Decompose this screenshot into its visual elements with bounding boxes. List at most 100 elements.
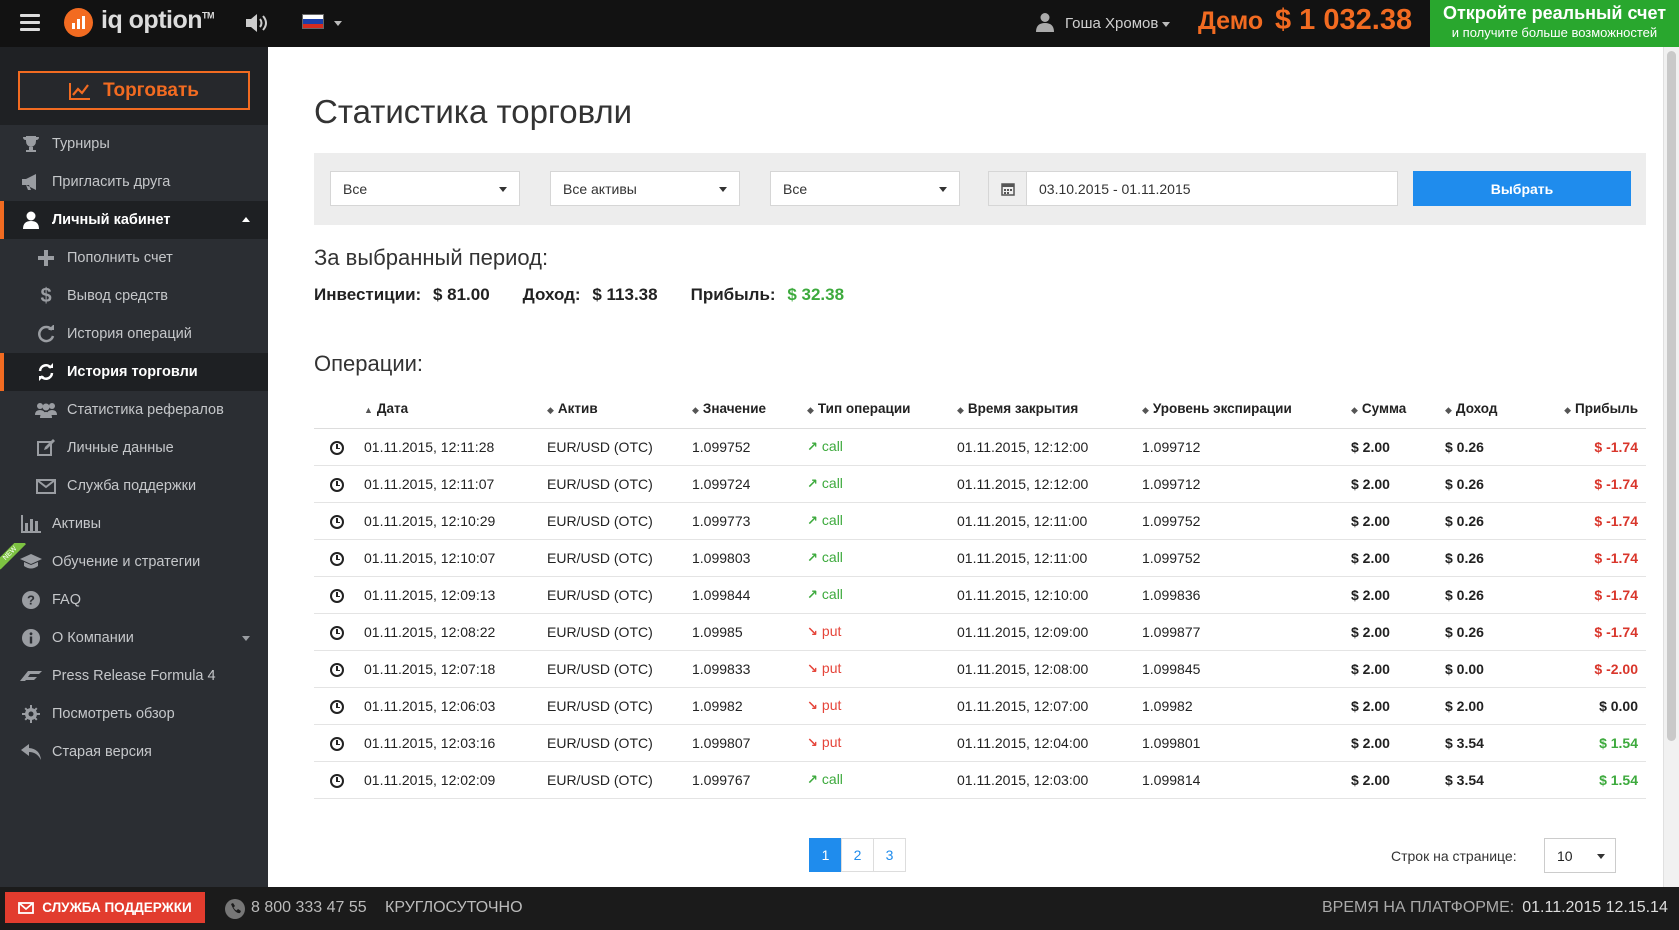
open-real-account-button[interactable]: Откройте реальный счет и получите больше… (1430, 0, 1679, 47)
user-dropdown-caret[interactable] (1162, 22, 1170, 27)
column-header-profit[interactable]: ◆ Прибыль (1535, 390, 1646, 429)
date-range-value[interactable]: 03.10.2015 - 01.11.2015 (1039, 181, 1191, 197)
pagination: 123 (809, 838, 906, 872)
table-row[interactable]: 01.11.2015, 12:06:03 EUR/USD (OTC) 1.09982… (314, 687, 1646, 725)
sidebar-item-support[interactable]: Служба поддержки (0, 467, 268, 505)
sidebar-item-overview[interactable]: Посмотреть обзор (0, 695, 268, 733)
page-button-1[interactable]: 1 (809, 838, 842, 872)
cell-profit: $ -1.74 (1535, 539, 1646, 577)
sidebar-item-tournaments[interactable]: Турниры (0, 125, 268, 163)
menu-icon[interactable] (20, 14, 40, 31)
table-row[interactable]: 01.11.2015, 12:11:07 EUR/USD (OTC) 1.09972… (314, 465, 1646, 503)
russia-flag-icon[interactable] (302, 14, 324, 29)
type-filter-value: Все (343, 181, 368, 197)
cell-close-time: 01.11.2015, 12:07:00 (957, 687, 1142, 725)
sidebar-item-personal-data[interactable]: Личные данные (0, 429, 268, 467)
sidebar-item-referral-stats[interactable]: Статистика рефералов (0, 391, 268, 429)
cell-date: 01.11.2015, 12:07:18 (364, 650, 547, 688)
language-dropdown-caret[interactable] (334, 21, 342, 26)
profit-value: $ 32.38 (787, 285, 845, 304)
type-filter-select[interactable]: Все (330, 171, 520, 206)
vertical-scrollbar[interactable] (1663, 47, 1679, 887)
arrow-up-right-icon: ↗ (807, 550, 818, 565)
sort-icon: ◆ (1445, 405, 1452, 416)
table-row[interactable]: 01.11.2015, 12:11:28 EUR/USD (OTC) 1.09975… (314, 428, 1646, 466)
column-header-date[interactable]: ▲ Дата (364, 390, 547, 429)
trade-button[interactable]: Торговать (18, 71, 250, 110)
column-header-expiry-level[interactable]: ◆ Уровень экспирации (1142, 390, 1351, 429)
rows-per-page-select[interactable]: 10 (1544, 838, 1616, 873)
sidebar-item-invite-friend[interactable]: Пригласить друга (0, 163, 268, 201)
scrollbar-thumb[interactable] (1667, 51, 1676, 741)
column-header-amount[interactable]: ◆ Сумма (1351, 390, 1445, 429)
cell-expiry-level: 1.099712 (1142, 465, 1351, 503)
open-real-title: Откройте реальный счет (1442, 3, 1667, 23)
cell-close-time: 01.11.2015, 12:04:00 (957, 724, 1142, 762)
sidebar-item-education[interactable]: NEW Обучение и стратегии (0, 543, 268, 581)
table-row[interactable]: 01.11.2015, 12:09:13 EUR/USD (OTC) 1.09984… (314, 576, 1646, 614)
cell-date: 01.11.2015, 12:10:29 (364, 502, 547, 540)
cell-income: $ 2.00 (1445, 687, 1535, 725)
speaker-icon[interactable] (244, 12, 270, 34)
sidebar-item-withdraw[interactable]: $ Вывод средств (0, 277, 268, 315)
table-row[interactable]: 01.11.2015, 12:08:22 EUR/USD (OTC) 1.09985… (314, 613, 1646, 651)
trophy-icon (20, 134, 42, 154)
cell-close-time: 01.11.2015, 12:10:00 (957, 576, 1142, 614)
arrow-down-right-icon: ↘ (807, 624, 818, 639)
sidebar-item-press-release[interactable]: Press Release Formula 4 (0, 657, 268, 695)
clock-icon (330, 477, 344, 492)
logo-text[interactable]: iq optionTM (101, 6, 215, 35)
select-button[interactable]: Выбрать (1413, 171, 1631, 206)
sidebar-item-operations-history[interactable]: История операций (0, 315, 268, 353)
user-name[interactable]: Гоша Хромов (1065, 15, 1158, 32)
user-avatar-icon[interactable] (1036, 12, 1054, 32)
support-button[interactable]: СЛУЖБА ПОДДЕРЖКИ (5, 892, 205, 923)
sidebar-item-faq[interactable]: ? FAQ (0, 581, 268, 619)
main-content: Статистика торговли Все Все активы Все 0… (268, 47, 1679, 887)
cell-value: 1.099767 (692, 761, 807, 799)
column-header-close-time[interactable]: ◆ Время закрытия (957, 390, 1142, 429)
chevron-down-icon (719, 187, 727, 192)
calendar-icon[interactable] (989, 172, 1027, 205)
sidebar-item-personal-cabinet[interactable]: Личный кабинет (0, 201, 268, 239)
sidebar-item-assets[interactable]: Активы (0, 505, 268, 543)
operations-table-body: 01.11.2015, 12:11:28 EUR/USD (OTC) 1.09975… (314, 428, 1646, 799)
direction-filter-value: Все (783, 181, 808, 197)
sidebar-item-label: Посмотреть обзор (52, 706, 175, 722)
column-header-asset[interactable]: ◆ Актив (547, 390, 692, 429)
cell-profit: $ -1.74 (1535, 576, 1646, 614)
date-range-field[interactable]: 03.10.2015 - 01.11.2015 (988, 171, 1398, 206)
support-phone[interactable]: 8 800 333 47 55 (251, 899, 367, 917)
reply-icon (20, 742, 42, 762)
column-header-income[interactable]: ◆ Доход (1445, 390, 1535, 429)
bar-chart-icon (20, 514, 42, 534)
sidebar-item-old-version[interactable]: Старая версия (0, 733, 268, 771)
cell-asset: EUR/USD (OTC) (547, 576, 692, 614)
page-button-3[interactable]: 3 (873, 838, 906, 872)
table-row[interactable]: 01.11.2015, 12:03:16 EUR/USD (OTC) 1.09980… (314, 724, 1646, 762)
page-button-2[interactable]: 2 (841, 838, 874, 872)
direction-filter-select[interactable]: Все (770, 171, 960, 206)
expand-caret-icon[interactable] (242, 636, 250, 641)
sidebar-item-label: Личные данные (67, 440, 174, 456)
logo-icon[interactable] (64, 8, 93, 37)
arrow-down-right-icon: ↘ (807, 698, 818, 713)
asset-filter-select[interactable]: Все активы (550, 171, 740, 206)
rows-per-page-label: Строк на странице: (1391, 848, 1517, 864)
table-row[interactable]: 01.11.2015, 12:10:29 EUR/USD (OTC) 1.09977… (314, 502, 1646, 540)
sidebar-item-label: Старая версия (52, 744, 152, 760)
sidebar-item-trade-history[interactable]: История торговли (0, 353, 268, 391)
table-row[interactable]: 01.11.2015, 12:02:09 EUR/USD (OTC) 1.09976… (314, 761, 1646, 799)
collapse-caret-icon[interactable] (242, 217, 250, 222)
cell-date: 01.11.2015, 12:09:13 (364, 576, 547, 614)
table-row[interactable]: 01.11.2015, 12:07:18 EUR/USD (OTC) 1.09983… (314, 650, 1646, 688)
sidebar-item-label: Турниры (52, 136, 110, 152)
sidebar-item-deposit[interactable]: Пополнить счет (0, 239, 268, 277)
row-status-cell (314, 502, 364, 540)
table-header-row: ▲ Дата ◆ Актив ◆ Значение ◆ Тип операции ◆ Вр… (314, 390, 1646, 429)
sidebar-item-label: О Компании (52, 630, 134, 646)
sidebar-item-about[interactable]: О Компании (0, 619, 268, 657)
column-header-operation-type[interactable]: ◆ Тип операции (807, 390, 957, 429)
column-header-value[interactable]: ◆ Значение (692, 390, 807, 429)
table-row[interactable]: 01.11.2015, 12:10:07 EUR/USD (OTC) 1.09980… (314, 539, 1646, 577)
